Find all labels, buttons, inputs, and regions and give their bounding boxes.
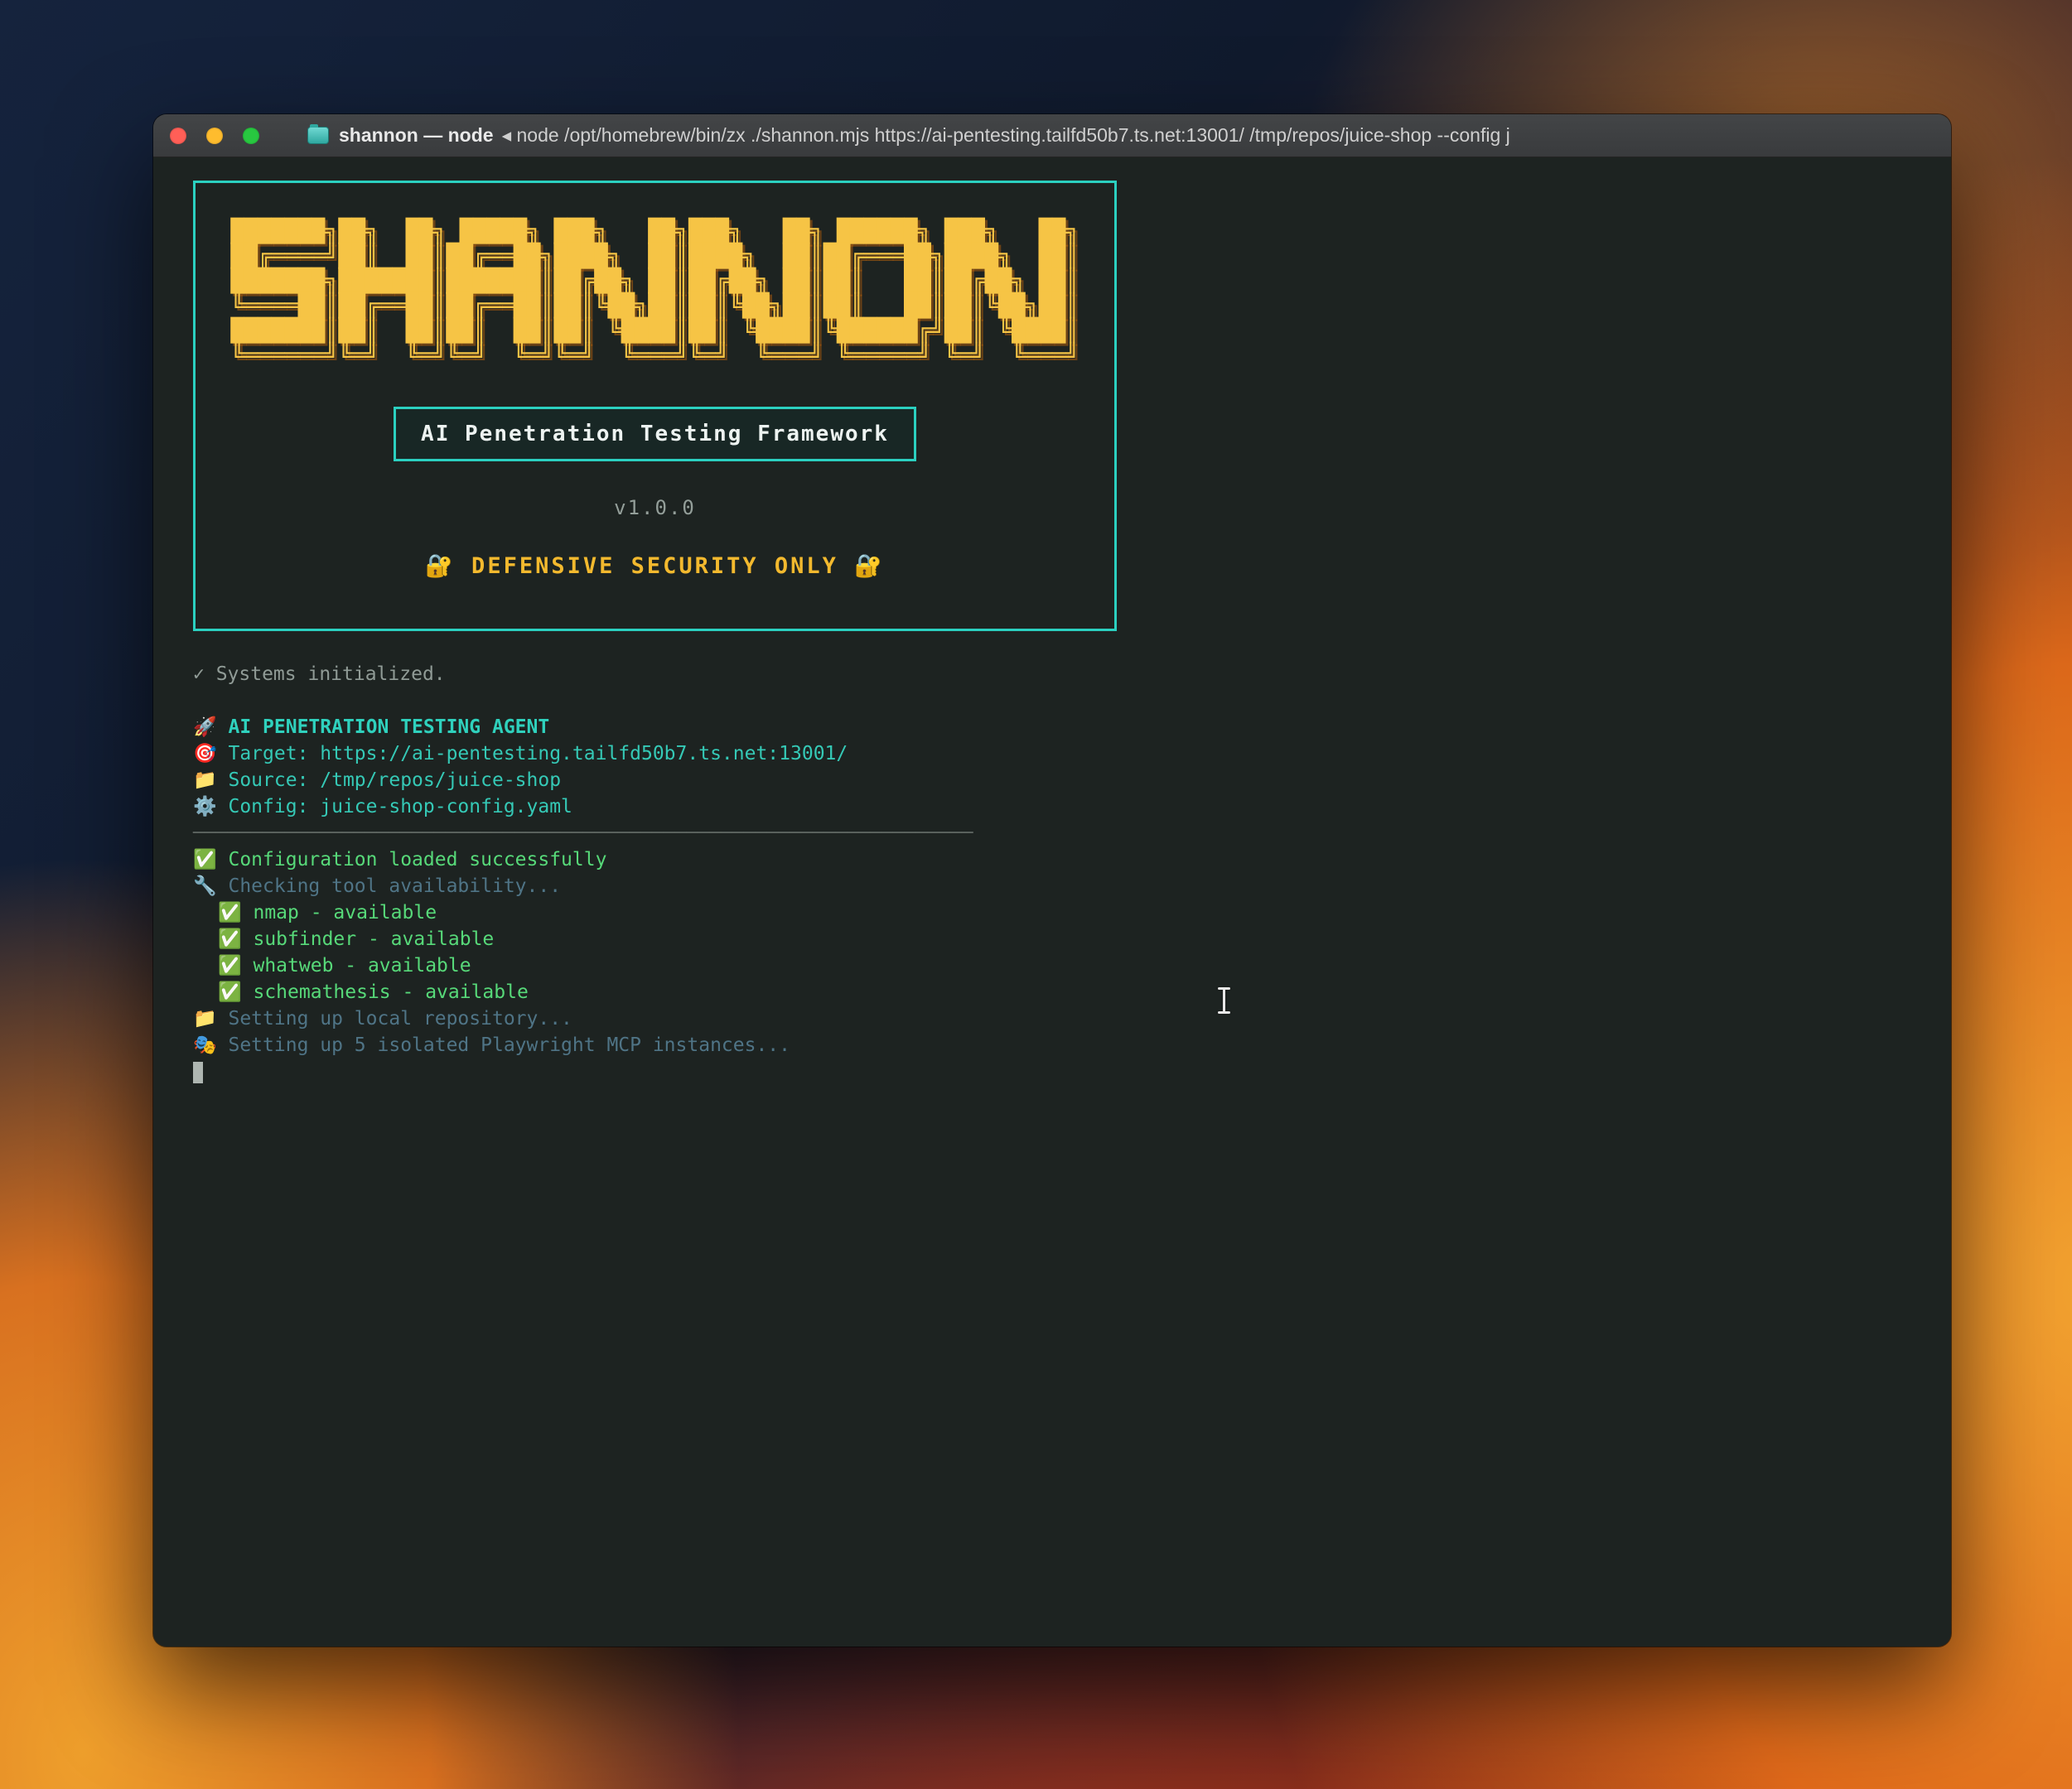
target-line: 🎯 Target: https://ai-pentesting.tailfd50… (193, 740, 1951, 767)
window-title: shannon — node ◂ node /opt/homebrew/bin/… (307, 124, 1510, 147)
tool-status-schemathesis: ✅ schemathesis - available (218, 979, 1951, 1005)
agent-header-line: 🚀 AI PENETRATION TESTING AGENT (193, 714, 1951, 740)
divider-rule: ────────────────────────────────────────… (193, 820, 1951, 846)
shannon-ascii-logo: ███████╗██╗ ██╗ █████╗ ███╗ ██╗███╗ ██╗ … (230, 219, 1079, 369)
security-notice: 🔐 DEFENSIVE SECURITY ONLY 🔐 (196, 552, 1114, 579)
window-title-app: shannon — node (339, 124, 494, 147)
prompt-line (193, 1058, 1951, 1085)
terminal-cursor (193, 1062, 203, 1083)
terminal-body[interactable]: ███████╗██╗ ██╗ █████╗ ███╗ ██╗███╗ ██╗ … (153, 157, 1951, 1647)
config-line: ⚙️ Config: juice-shop-config.yaml (193, 793, 1951, 820)
checking-tools-line: 🔧 Checking tool availability... (193, 873, 1951, 899)
close-button[interactable] (170, 128, 186, 144)
text-cursor (1214, 986, 1234, 1015)
terminal-titlebar[interactable]: shannon — node ◂ node /opt/homebrew/bin/… (153, 114, 1951, 157)
zoom-button[interactable] (243, 128, 259, 144)
terminal-window[interactable]: shannon — node ◂ node /opt/homebrew/bin/… (153, 114, 1951, 1647)
tool-status-nmap: ✅ nmap - available (218, 899, 1951, 926)
shannon-banner: ███████╗██╗ ██╗ █████╗ ███╗ ██╗███╗ ██╗ … (193, 181, 1117, 631)
source-line: 📁 Source: /tmp/repos/juice-shop (193, 767, 1951, 793)
tool-status-whatweb: ✅ whatweb - available (218, 952, 1951, 979)
desktop-wallpaper: shannon — node ◂ node /opt/homebrew/bin/… (0, 0, 2072, 1789)
folder-icon (307, 127, 329, 144)
framework-label: AI Penetration Testing Framework (394, 407, 916, 461)
window-controls (170, 128, 259, 144)
version-label: v1.0.0 (196, 496, 1114, 519)
minimize-button[interactable] (206, 128, 223, 144)
systems-initialized-line: ✓ Systems initialized. (193, 661, 1951, 687)
window-title-command: ◂ node /opt/homebrew/bin/zx ./shannon.mj… (502, 124, 1510, 147)
repo-setup-line: 📁 Setting up local repository... (193, 1005, 1951, 1032)
playwright-setup-line: 🎭 Setting up 5 isolated Playwright MCP i… (193, 1032, 1951, 1058)
config-loaded-line: ✅ Configuration loaded successfully (193, 846, 1951, 873)
terminal-output: ✓ Systems initialized. 🚀 AI PENETRATION … (193, 661, 1951, 1085)
tool-status-subfinder: ✅ subfinder - available (218, 926, 1951, 952)
